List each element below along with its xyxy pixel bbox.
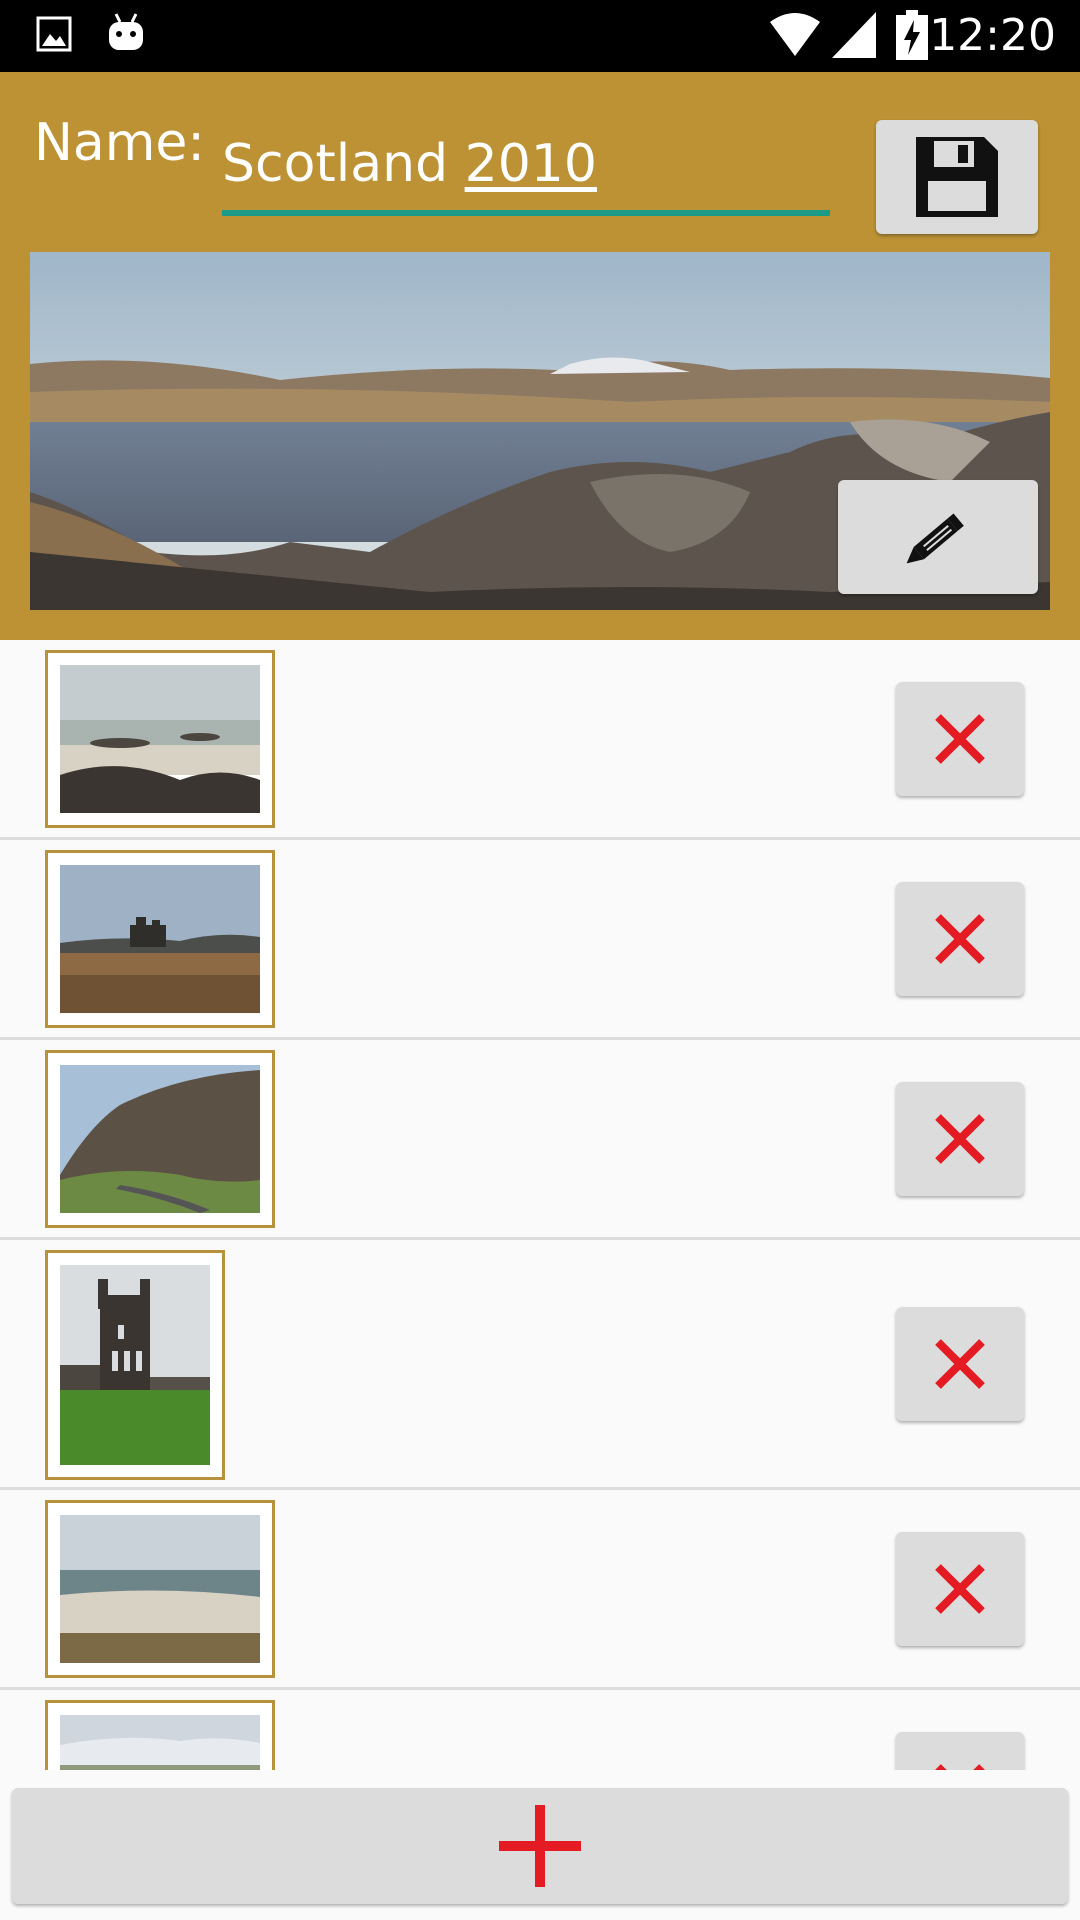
photo-list[interactable] [0,640,1080,1770]
list-item [0,640,1080,840]
thumbnail-frame[interactable] [45,1500,275,1678]
signal-icon [832,12,876,58]
delete-button[interactable] [896,882,1024,996]
save-button[interactable] [876,120,1038,234]
list-item [0,840,1080,1040]
close-icon [935,914,985,964]
delete-button[interactable] [896,1307,1024,1421]
album-name-text: Scotland [222,134,465,194]
edit-cover-button[interactable] [838,480,1038,594]
close-icon [935,1564,985,1614]
image-notification-icon [36,16,72,52]
mountain-snow-photo [60,1715,260,1770]
plus-icon [499,1805,581,1887]
album-header: Name: Scotland 2010 [0,72,1080,640]
cathedral-ruin-photo [60,1265,210,1465]
list-item [0,1240,1080,1490]
album-name-misspelling: 2010 [464,134,597,194]
delete-button[interactable] [896,1532,1024,1646]
cliff-road-photo [60,1065,260,1213]
delete-button[interactable] [896,1082,1024,1196]
status-bar: 12:20 [0,0,1080,72]
close-icon [935,1764,985,1770]
pencil-icon [906,513,964,564]
castle-moor-photo [60,865,260,1013]
name-label: Name: [34,113,205,173]
add-photo-button[interactable] [12,1788,1068,1904]
sandy-beach-photo [60,1515,260,1663]
thumbnail-frame[interactable] [45,1700,275,1770]
wifi-icon [770,13,820,56]
android-icon [109,13,143,50]
list-item [0,1490,1080,1690]
delete-button[interactable] [896,682,1024,796]
close-icon [935,1339,985,1389]
list-item [0,1040,1080,1240]
rocky-beach-photo [60,665,260,813]
thumbnail-frame[interactable] [45,650,275,828]
album-name-input[interactable]: Scotland 2010 [222,134,830,194]
battery-charging-icon [896,10,928,60]
thumbnail-frame[interactable] [45,1050,275,1228]
status-time: 12:20 [929,10,1056,61]
floppy-disk-icon [916,137,998,217]
close-icon [935,714,985,764]
thumbnail-frame[interactable] [45,850,275,1028]
thumbnail-frame[interactable] [45,1250,225,1480]
close-icon [935,1114,985,1164]
delete-button[interactable] [896,1732,1024,1770]
list-item [0,1690,1080,1770]
input-underline [222,210,830,216]
